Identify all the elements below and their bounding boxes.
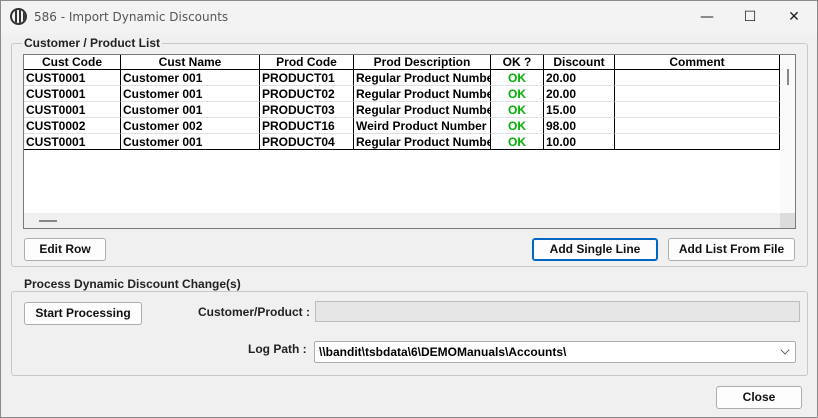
column-header-prod-code[interactable]: Prod Code [260,55,354,70]
cust-code-cell[interactable]: CUST0002 [24,118,121,134]
prod-code-cell[interactable]: PRODUCT03 [260,102,354,118]
customer-product-grid[interactable]: Cust Code Cust Name Prod Code Prod Descr… [23,54,796,229]
log-path-label: Log Path : [248,342,307,356]
minimize-button[interactable]: — [684,1,730,33]
cust-code-cell[interactable]: CUST0001 [24,134,121,150]
comment-cell[interactable] [615,86,780,102]
comment-cell[interactable] [615,102,780,118]
close-window-button[interactable]: ✕ [771,1,817,33]
add-list-from-file-button[interactable]: Add List From File [668,238,795,261]
customer-product-list-label: Customer / Product List [22,36,163,50]
process-group-label: Process Dynamic Discount Change(s) [22,277,243,291]
vertical-scroll-thumb[interactable] [787,69,789,85]
start-processing-button[interactable]: Start Processing [24,302,142,325]
edit-row-button[interactable]: Edit Row [24,238,106,261]
title-bar[interactable]: 586 - Import Dynamic Discounts — ☐ ✕ [1,1,817,33]
column-header-cust-code[interactable]: Cust Code [24,55,121,70]
column-header-discount[interactable]: Discount [544,55,615,70]
discount-cell[interactable]: 15.00 [544,102,615,118]
table-row[interactable]: CUST0001 Customer 001 PRODUCT01 Regular … [24,70,780,86]
prod-code-cell[interactable]: PRODUCT04 [260,134,354,150]
cust-code-cell[interactable]: CUST0001 [24,102,121,118]
column-header-comment[interactable]: Comment [615,55,780,70]
prod-description-cell[interactable]: Weird Product Number 16 [354,118,491,134]
chevron-down-icon[interactable] [780,345,790,355]
prod-description-cell[interactable]: Regular Product Number 01 [354,70,491,86]
scrollbar-corner [780,213,795,228]
cust-name-cell[interactable]: Customer 002 [121,118,260,134]
vertical-scrollbar[interactable] [780,55,795,228]
table-row[interactable]: CUST0001 Customer 001 PRODUCT02 Regular … [24,86,780,102]
prod-code-cell[interactable]: PRODUCT01 [260,70,354,86]
app-icon [10,8,27,25]
comment-cell[interactable] [615,134,780,150]
cust-name-cell[interactable]: Customer 001 [121,70,260,86]
import-dynamic-discounts-window: 586 - Import Dynamic Discounts — ☐ ✕ Cus… [0,0,818,418]
table-row[interactable]: CUST0002 Customer 002 PRODUCT16 Weird Pr… [24,118,780,134]
horizontal-scrollbar[interactable] [24,213,780,228]
window-title: 586 - Import Dynamic Discounts [34,10,229,24]
horizontal-scroll-thumb[interactable] [39,220,57,222]
cust-code-cell[interactable]: CUST0001 [24,86,121,102]
table-row[interactable]: CUST0001 Customer 001 PRODUCT04 Regular … [24,134,780,150]
column-header-ok[interactable]: OK ? [491,55,544,70]
column-header-cust-name[interactable]: Cust Name [121,55,260,70]
comment-cell[interactable] [615,70,780,86]
ok-status-cell[interactable]: OK [491,118,544,134]
column-header-prod-description[interactable]: Prod Description [354,55,491,70]
cust-name-cell[interactable]: Customer 001 [121,134,260,150]
customer-product-label: Customer/Product : [198,305,311,319]
log-path-combo[interactable]: \\bandit\tsbdata\6\DEMOManuals\Accounts\ [314,341,796,363]
cust-name-cell[interactable]: Customer 001 [121,86,260,102]
cust-name-cell[interactable]: Customer 001 [121,102,260,118]
customer-product-field [315,301,800,322]
ok-status-cell[interactable]: OK [491,86,544,102]
discount-cell[interactable]: 10.00 [544,134,615,150]
prod-description-cell[interactable]: Regular Product Number 03 [354,102,491,118]
ok-status-cell[interactable]: OK [491,70,544,86]
discount-cell[interactable]: 20.00 [544,70,615,86]
rows-divider [24,149,780,150]
ok-status-cell[interactable]: OK [491,134,544,150]
ok-status-cell[interactable]: OK [491,102,544,118]
grid-header: Cust Code Cust Name Prod Code Prod Descr… [24,55,780,70]
close-button[interactable]: Close [716,386,802,409]
log-path-value: \\bandit\tsbdata\6\DEMOManuals\Accounts\ [319,345,567,359]
add-single-line-button[interactable]: Add Single Line [532,238,658,261]
comment-cell[interactable] [615,118,780,134]
prod-description-cell[interactable]: Regular Product Number 02 [354,86,491,102]
discount-cell[interactable]: 20.00 [544,86,615,102]
prod-description-cell[interactable]: Regular Product Number 04 [354,134,491,150]
prod-code-cell[interactable]: PRODUCT02 [260,86,354,102]
table-row[interactable]: CUST0001 Customer 001 PRODUCT03 Regular … [24,102,780,118]
maximize-button[interactable]: ☐ [727,1,773,33]
discount-cell[interactable]: 98.00 [544,118,615,134]
cust-code-cell[interactable]: CUST0001 [24,70,121,86]
prod-code-cell[interactable]: PRODUCT16 [260,118,354,134]
